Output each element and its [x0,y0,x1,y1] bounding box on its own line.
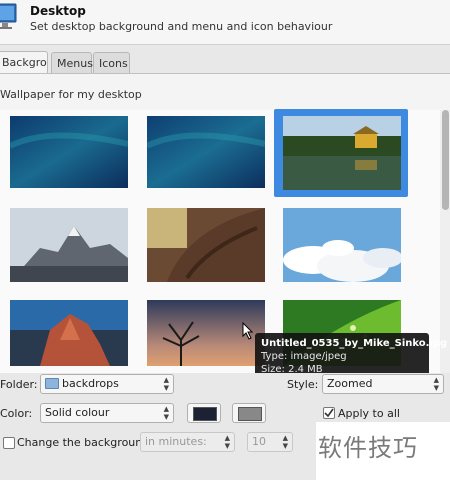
apply-all-checkbox[interactable] [323,407,335,419]
dialog-title: Desktop [30,4,86,18]
style-value: Zoomed [327,377,373,390]
wallpaper-thumb-4[interactable] [10,208,128,282]
interval-unit-value: in minutes: [145,435,207,448]
style-label: Style: [287,378,319,391]
scrollbar-thumb[interactable] [442,110,449,210]
spin-arrows-icon: ▲ ▼ [282,434,288,450]
folder-select[interactable]: backdrops ▲ ▼ [40,374,174,394]
mouse-cursor-icon [242,322,254,340]
tab-menus[interactable]: Menus [51,52,93,74]
change-background-checkbox[interactable] [3,437,15,449]
tab-background[interactable]: Background [0,51,48,75]
wallpaper-thumb-3[interactable] [283,116,401,190]
dialog-subtitle: Set desktop background and menu and icon… [30,20,333,33]
tooltip-filename: Untitled_0535_by_Mike_Sinko.jpg [261,338,448,349]
spin-arrows-icon: ▲ ▼ [163,405,169,421]
wallpaper-section-label: Wallpaper for my desktop [0,88,142,101]
color-style-select[interactable]: Solid colour ▲ ▼ [40,403,174,423]
folder-icon [45,377,59,389]
wallpaper-thumb-7[interactable] [10,300,128,366]
wallpaper-scrollbar[interactable] [440,110,450,374]
dialog-header: Desktop Set desktop background and menu … [0,0,450,45]
wallpaper-thumb-6[interactable] [283,208,401,282]
tab-icons[interactable]: Icons [93,52,130,74]
monitor-icon [0,3,17,29]
spin-arrows-icon: ▲ ▼ [224,434,230,450]
spin-arrows-icon: ▲ ▼ [163,376,169,392]
primary-color-button[interactable] [187,403,221,423]
watermark-text: 软件技巧 [318,434,418,462]
change-background-label: Change the background [17,436,150,449]
secondary-color-button[interactable] [232,403,266,423]
wallpaper-thumb-1[interactable] [10,116,128,188]
wallpaper-thumb-2[interactable] [147,116,265,188]
interval-value-spinner[interactable]: 10 ▲ ▼ [247,432,293,452]
folder-value: backdrops [62,377,119,390]
spin-arrows-icon: ▲ ▼ [433,376,439,392]
color-label: Color: [0,407,33,420]
folder-label: Folder: [0,378,38,391]
wallpaper-thumb-5[interactable] [147,208,265,282]
color-style-value: Solid colour [45,406,110,419]
interval-unit-select[interactable]: in minutes: ▲ ▼ [140,432,235,452]
primary-color-swatch [193,407,217,421]
secondary-color-swatch [238,407,262,421]
style-select[interactable]: Zoomed ▲ ▼ [322,374,444,394]
interval-value: 10 [252,435,266,448]
checkmark-icon [324,408,334,418]
tooltip-type: Type: image/jpeg [261,351,347,362]
